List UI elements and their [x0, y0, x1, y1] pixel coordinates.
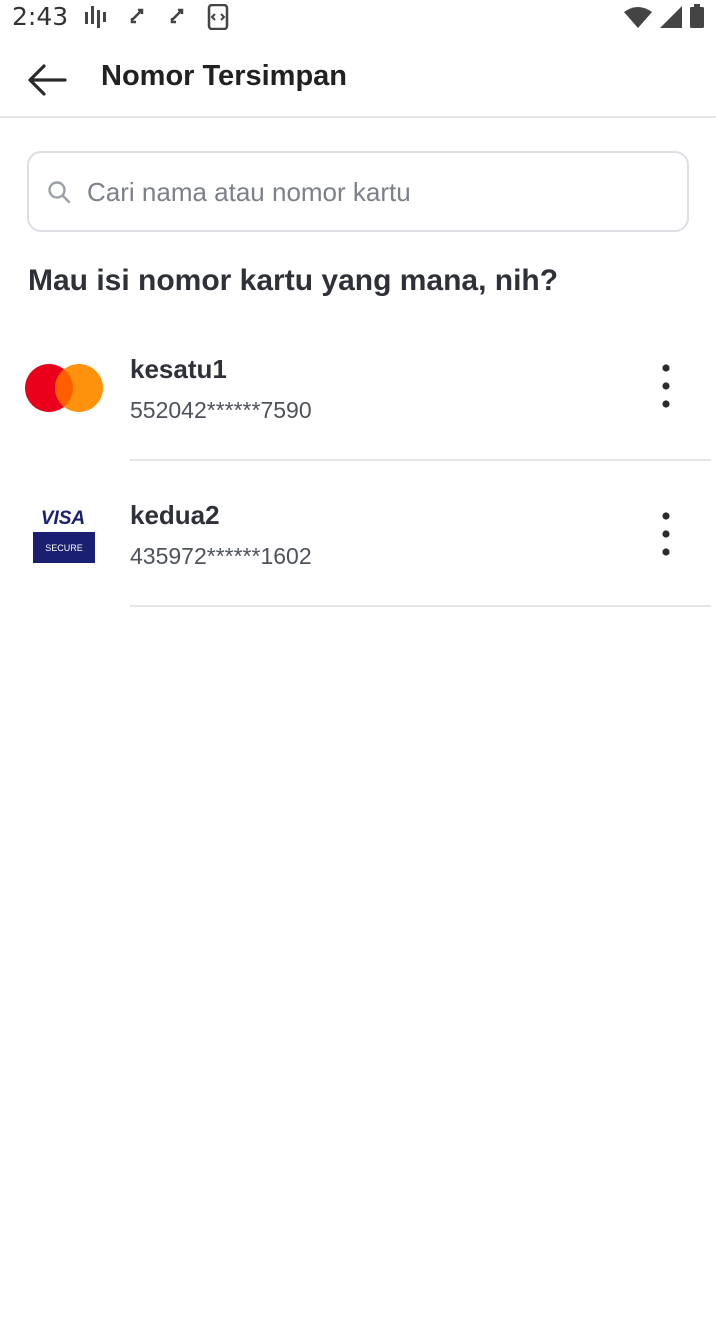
more-vertical-icon	[662, 364, 670, 408]
more-vertical-icon	[662, 512, 670, 556]
search-box[interactable]	[27, 151, 689, 232]
app-header: Nomor Tersimpan	[0, 36, 716, 118]
more-options-button[interactable]	[646, 356, 686, 416]
arrow-left-icon	[28, 64, 67, 96]
svg-text:VISA: VISA	[41, 508, 85, 529]
wifi-icon	[624, 6, 652, 33]
visa-secure-logo: VISA SECURE	[32, 504, 96, 569]
code-icon	[207, 3, 229, 35]
cell-signal-icon	[660, 6, 682, 33]
saved-card-item[interactable]: VISA SECURE kedua2 435972******1602	[0, 461, 716, 607]
page-title: Nomor Tersimpan	[101, 60, 348, 92]
more-options-button[interactable]	[646, 504, 686, 564]
card-name: kedua2	[130, 500, 220, 530]
status-indicators	[624, 4, 704, 33]
status-time: 2:43	[12, 2, 69, 31]
sync-icon	[128, 4, 146, 33]
search-icon	[47, 180, 71, 209]
search-input[interactable]	[87, 169, 667, 215]
divider	[130, 605, 711, 607]
section-heading: Mau isi nomor kartu yang mana, nih?	[28, 264, 559, 297]
saved-card-item[interactable]: kesatu1 552042******7590	[0, 316, 716, 462]
card-number: 552042******7590	[130, 397, 312, 423]
signal-strength-icon	[85, 4, 107, 33]
status-bar: 2:43	[0, 0, 716, 36]
sync-icon	[168, 4, 186, 33]
battery-icon	[690, 4, 704, 33]
svg-text:SECURE: SECURE	[45, 543, 83, 553]
mastercard-logo	[24, 363, 104, 418]
card-number: 435972******1602	[130, 543, 312, 569]
card-name: kesatu1	[130, 354, 227, 384]
back-button[interactable]	[22, 60, 72, 100]
